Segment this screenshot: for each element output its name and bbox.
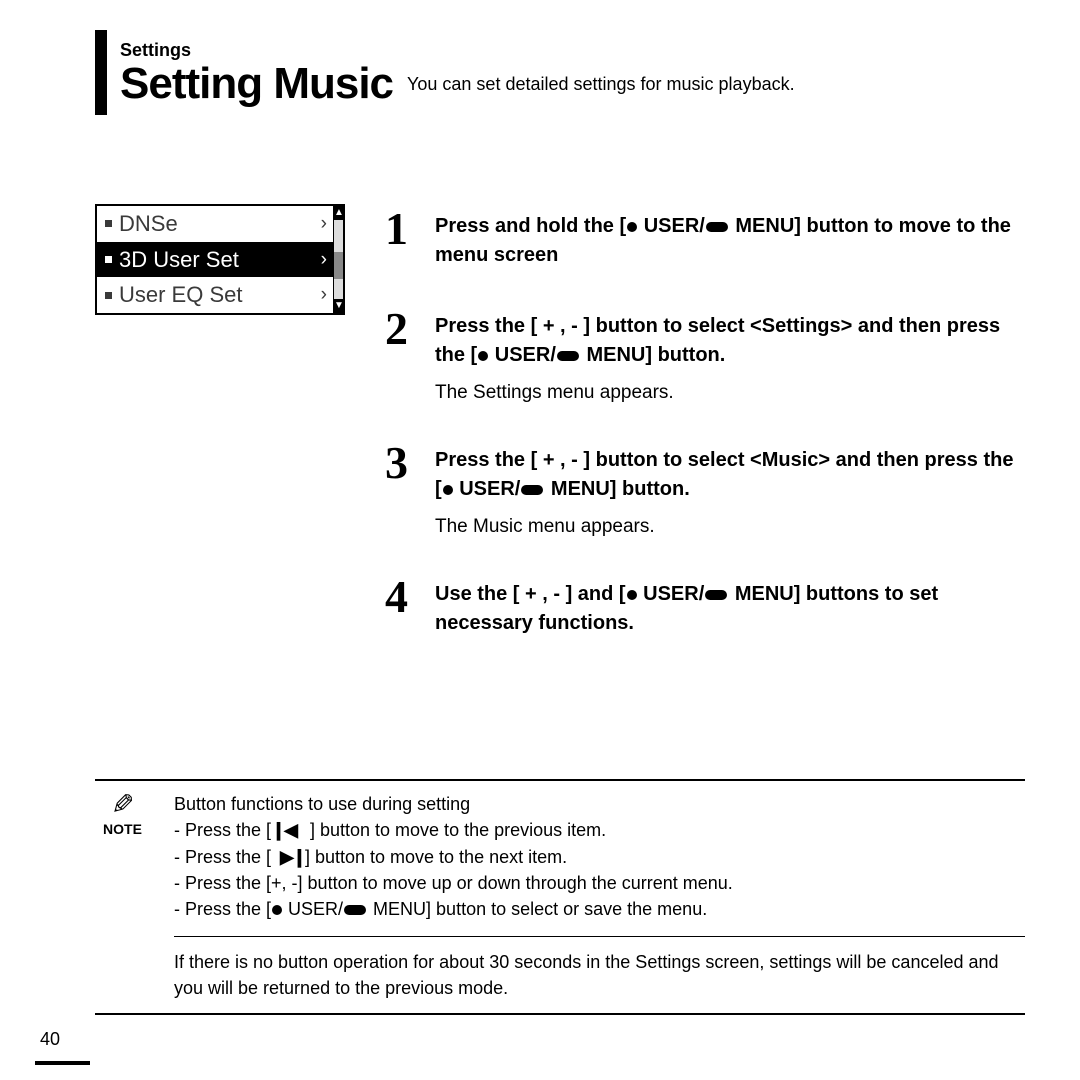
dot-icon bbox=[627, 222, 637, 232]
lcd-scrollbar: ▲ ▼ bbox=[333, 206, 343, 313]
divider bbox=[174, 936, 1025, 937]
lcd-screenshot: DNSe › 3D User Set › User EQ Set › ▲ ▼ bbox=[95, 204, 345, 676]
page-number: 40 bbox=[40, 1029, 60, 1050]
lcd-item-dnse: DNSe › bbox=[97, 206, 333, 242]
note-line: - Press the [❙◀ ] button to move to the … bbox=[174, 817, 1025, 843]
step-number: 1 bbox=[385, 208, 423, 270]
step-3: 3 Press the [ + , - ] button to select <… bbox=[385, 442, 1025, 538]
scroll-down-icon: ▼ bbox=[334, 299, 343, 313]
dot-icon bbox=[272, 905, 282, 915]
pill-icon bbox=[705, 590, 727, 600]
step-title: Use the [ + , - ] and [ USER/ MENU] butt… bbox=[435, 580, 1025, 638]
step-number: 4 bbox=[385, 576, 423, 638]
bullet-icon bbox=[105, 220, 112, 227]
note-label: NOTE bbox=[95, 821, 150, 837]
step-2: 2 Press the [ + , - ] button to select <… bbox=[385, 308, 1025, 404]
step-title: Press and hold the [ USER/ MENU] button … bbox=[435, 212, 1025, 270]
chevron-right-icon: › bbox=[321, 211, 327, 237]
step-number: 2 bbox=[385, 308, 423, 404]
divider bbox=[95, 1013, 1025, 1015]
prev-track-icon: ❙◀ bbox=[271, 817, 305, 843]
page-title: Setting Music bbox=[120, 59, 393, 109]
dot-icon bbox=[478, 351, 488, 361]
pill-icon bbox=[344, 905, 366, 915]
note-paragraph: If there is no button operation for abou… bbox=[174, 949, 1025, 1001]
side-marker bbox=[95, 30, 107, 115]
divider bbox=[95, 779, 1025, 781]
lcd-label: 3D User Set bbox=[119, 245, 239, 275]
lcd-label: DNSe bbox=[119, 209, 178, 239]
note-pencil-icon: ✎ bbox=[111, 791, 134, 819]
dot-icon bbox=[443, 485, 453, 495]
scroll-up-icon: ▲ bbox=[334, 206, 343, 220]
bullet-icon bbox=[105, 256, 112, 263]
subtitle: You can set detailed settings for music … bbox=[407, 74, 795, 95]
step-sub: The Music menu appears. bbox=[435, 516, 1025, 538]
pill-icon bbox=[521, 485, 543, 495]
next-track-icon: ▶❙ bbox=[271, 844, 305, 870]
bullet-icon bbox=[105, 292, 112, 299]
step-title: Press the [ + , - ] button to select <Se… bbox=[435, 312, 1025, 370]
header: Settings Setting Music You can set detai… bbox=[120, 30, 1025, 109]
dot-icon bbox=[627, 590, 637, 600]
lcd-item-3d-user-set: 3D User Set › bbox=[97, 242, 333, 278]
note-body: Button functions to use during setting -… bbox=[174, 791, 1025, 1001]
step-4: 4 Use the [ + , - ] and [ USER/ MENU] bu… bbox=[385, 576, 1025, 638]
note-section: ✎ NOTE Button functions to use during se… bbox=[95, 779, 1025, 1025]
note-line: - Press the [ ▶❙] button to move to the … bbox=[174, 844, 1025, 870]
pill-icon bbox=[557, 351, 579, 361]
step-sub: The Settings menu appears. bbox=[435, 382, 1025, 404]
step-title: Press the [ + , - ] button to select <Mu… bbox=[435, 446, 1025, 504]
note-line: - Press the [ USER/ MENU] button to sele… bbox=[174, 896, 1025, 922]
section-label: Settings bbox=[120, 40, 1025, 61]
lcd-label: User EQ Set bbox=[119, 280, 242, 310]
lcd-item-user-eq-set: User EQ Set › bbox=[97, 277, 333, 313]
pill-icon bbox=[706, 222, 728, 232]
note-line: - Press the [+, -] button to move up or … bbox=[174, 870, 1025, 896]
chevron-right-icon: › bbox=[321, 247, 327, 273]
note-line: Button functions to use during setting bbox=[174, 791, 1025, 817]
footer-mark bbox=[35, 1061, 90, 1065]
step-1: 1 Press and hold the [ USER/ MENU] butto… bbox=[385, 208, 1025, 270]
step-number: 3 bbox=[385, 442, 423, 538]
chevron-right-icon: › bbox=[321, 282, 327, 308]
steps-list: 1 Press and hold the [ USER/ MENU] butto… bbox=[385, 204, 1025, 676]
